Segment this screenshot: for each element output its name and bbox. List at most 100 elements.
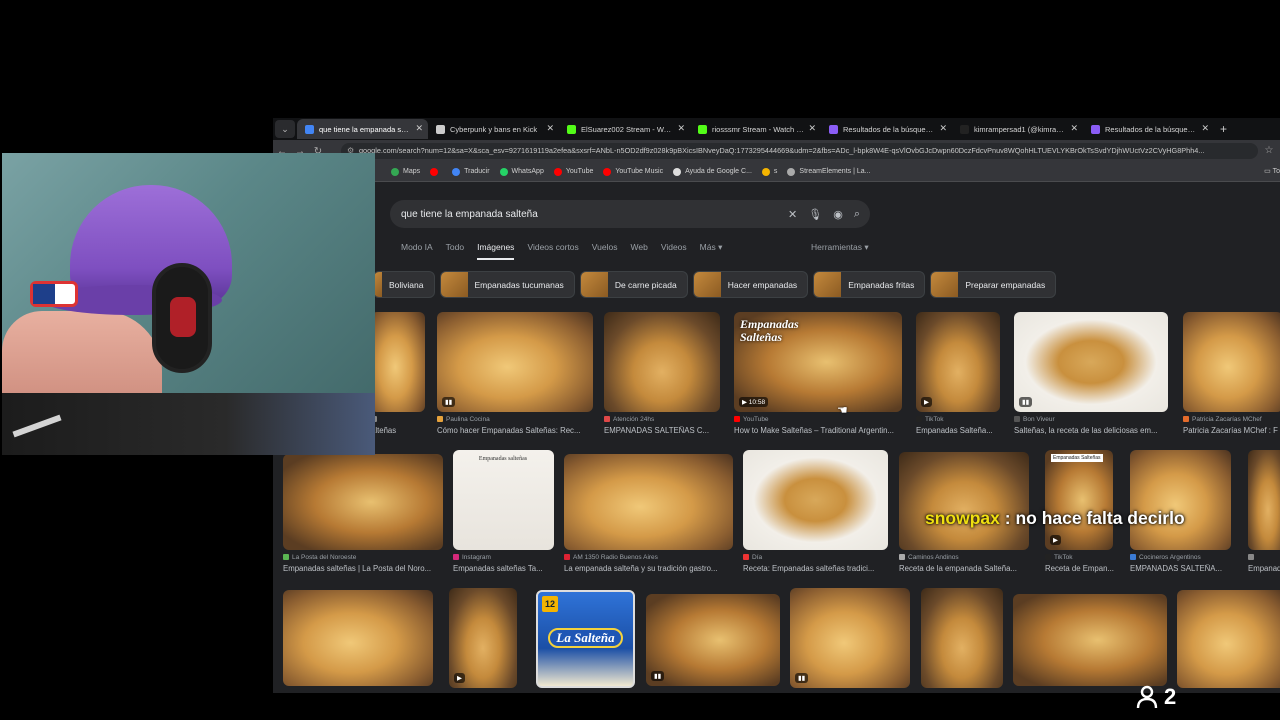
result-thumbnail[interactable]: ▮▮ xyxy=(1014,312,1168,412)
image-result[interactable]: 12 La Salteña xyxy=(536,590,635,693)
result-thumbnail[interactable] xyxy=(1130,450,1231,550)
search-tab[interactable]: Más ▾ xyxy=(700,242,723,260)
result-source[interactable] xyxy=(1248,554,1280,561)
browser-tab[interactable]: riosssmr Stream - Watch Live o✕ xyxy=(690,119,821,139)
result-thumbnail[interactable]: ▶ Empanadas Salteñas xyxy=(1045,450,1113,550)
clear-icon[interactable]: ✕ xyxy=(788,208,797,221)
result-thumbnail[interactable]: ▮▮ xyxy=(790,588,910,688)
result-thumbnail[interactable] xyxy=(283,590,433,686)
search-tab[interactable]: Imágenes xyxy=(477,242,515,260)
result-title[interactable]: How to Make Salteñas – Traditional Argen… xyxy=(734,426,912,435)
bookmark-item[interactable]: YouTube xyxy=(553,167,593,176)
result-thumbnail[interactable]: ▶ xyxy=(916,312,1000,412)
refinement-chip[interactable]: De carne picada xyxy=(579,271,688,298)
search-tab[interactable]: Videos cortos xyxy=(527,242,578,260)
refinement-chip[interactable]: Empanadas fritas xyxy=(813,271,926,298)
result-source[interactable] xyxy=(371,416,425,423)
result-title[interactable]: Empanad xyxy=(1248,564,1280,573)
result-title[interactable]: Receta: Empanadas salteñas tradici... xyxy=(743,564,898,573)
bookmark-item[interactable] xyxy=(430,167,442,176)
image-result[interactable]: ▮▮ Paulina Cocina Cómo hacer Empanadas Sal… xyxy=(437,312,593,444)
image-result[interactable]: Atención 24hs EMPANADAS SALTEÑAS C... xyxy=(604,312,720,444)
result-title[interactable]: La empanada salteña y su tradición gastr… xyxy=(564,564,743,573)
refinement-chip[interactable]: Hacer empanadas xyxy=(692,271,809,298)
microphone-icon[interactable]: 🎙 xyxy=(808,208,822,221)
result-source[interactable]: Caminos Andinos xyxy=(899,554,1029,561)
result-thumbnail[interactable]: ▮▮ xyxy=(646,594,780,686)
image-result[interactable]: La Posta del Noroeste Empanadas salteñas … xyxy=(283,454,443,582)
result-title[interactable]: Empanadas Salteña... xyxy=(916,426,1010,435)
close-icon[interactable]: ✕ xyxy=(1201,123,1209,134)
browser-tab[interactable]: que tiene la empanada salteñ ✕ xyxy=(297,119,428,139)
image-result[interactable]: ▮▮ xyxy=(790,588,910,693)
result-thumbnail[interactable] xyxy=(564,454,733,550)
result-title[interactable]: Empanadas salteñas | La Posta del Noro..… xyxy=(283,564,453,573)
bookmark-item[interactable]: StreamElements | La... xyxy=(787,167,870,176)
result-source[interactable]: Patricia Zacarías MChef xyxy=(1183,416,1280,423)
result-source[interactable]: Atención 24hs xyxy=(604,416,720,423)
bookmark-item[interactable]: WhatsApp xyxy=(499,167,544,176)
result-source[interactable]: Bon Viveur xyxy=(1014,416,1168,423)
result-title[interactable]: alteñas xyxy=(371,426,435,435)
url-field[interactable]: ⚙ google.com/search?num=12&sa=X&sca_esv=… xyxy=(341,143,1258,159)
search-tab[interactable]: Modo IA xyxy=(401,242,433,260)
search-tab[interactable]: Web xyxy=(630,242,647,260)
image-result[interactable]: ▶ 10:58 Empanadas Salteñas YouTube How to M… xyxy=(734,312,902,444)
bookmark-item[interactable]: s xyxy=(761,167,777,176)
result-thumbnail[interactable] xyxy=(1013,594,1167,686)
result-title[interactable]: Receta de la empanada Salteña... xyxy=(899,564,1039,573)
result-title[interactable]: Empanadas salteñas Ta... xyxy=(453,564,564,573)
tab-search-button[interactable]: ⌄ xyxy=(275,120,295,138)
result-source[interactable]: Paulina Cocina xyxy=(437,416,593,423)
browser-tab[interactable]: Resultados de la búsqueda de ✕ xyxy=(1083,119,1214,139)
star-icon[interactable]: ☆ xyxy=(1260,145,1278,156)
refinement-chip[interactable]: Boliviana xyxy=(373,271,435,298)
image-result[interactable]: Empanadas salteñas Instagram Empanadas sal… xyxy=(453,450,554,582)
close-icon[interactable]: ✕ xyxy=(939,123,947,134)
result-thumbnail[interactable] xyxy=(1177,590,1280,688)
result-source[interactable]: Instagram xyxy=(453,554,554,561)
search-icon[interactable]: ⌕ xyxy=(854,208,860,221)
result-thumbnail[interactable]: ▶ xyxy=(449,588,517,688)
image-result[interactable]: ▮▮ Bon Viveur Salteñas, la receta de las d… xyxy=(1014,312,1168,444)
result-thumbnail[interactable]: ▮▮ xyxy=(437,312,593,412)
result-title[interactable]: Patricia Zacarías MChef : F xyxy=(1183,426,1280,435)
search-box[interactable]: que tiene la empanada salteña ✕ 🎙 ◉ ⌕ xyxy=(390,200,870,228)
result-source[interactable]: Día xyxy=(743,554,888,561)
result-title[interactable]: EMPANADAS SALTEÑA... xyxy=(1130,564,1241,573)
search-tab[interactable]: Vuelos xyxy=(592,242,618,260)
result-thumbnail[interactable] xyxy=(743,450,888,550)
bookmark-item[interactable]: Ayuda de Google C... xyxy=(673,167,752,176)
result-thumbnail[interactable] xyxy=(1248,450,1280,550)
image-result[interactable]: Día Receta: Empanadas salteñas tradici... xyxy=(743,450,888,582)
image-result[interactable]: ▮▮ xyxy=(646,594,780,693)
image-result[interactable]: Patricia Zacarías MChef Patricia Zacarías… xyxy=(1183,312,1280,444)
result-thumbnail[interactable] xyxy=(921,588,1003,688)
result-source[interactable]: La Posta del Noroeste xyxy=(283,554,443,561)
result-source[interactable]: Cocineros Argentinos xyxy=(1130,554,1231,561)
browser-tab[interactable]: ElSuarez002 Stream - Watch Li✕ xyxy=(559,119,690,139)
refinement-chip[interactable]: Empanadas tucumanas xyxy=(439,271,575,298)
result-thumbnail[interactable]: 12 La Salteña xyxy=(536,590,635,688)
result-title[interactable]: Cómo hacer Empanadas Salteñas: Rec... xyxy=(437,426,603,435)
lens-icon[interactable]: ◉ xyxy=(833,208,843,221)
bookmark-item[interactable]: YouTube Music xyxy=(603,167,663,176)
result-title[interactable]: Salteñas, la receta de las deliciosas em… xyxy=(1014,426,1178,435)
new-tab-button[interactable]: + xyxy=(1220,122,1227,136)
result-thumbnail[interactable] xyxy=(283,454,443,550)
result-thumbnail[interactable]: Empanadas salteñas xyxy=(453,450,554,550)
result-title[interactable]: Receta de Empan... xyxy=(1045,564,1123,573)
search-tab[interactable]: Todo xyxy=(446,242,464,260)
image-result[interactable]: ▶ TikTok Empanadas Salteña... xyxy=(916,312,1000,444)
image-result[interactable]: AM 1350 Radio Buenos Aires La empanada sa… xyxy=(564,454,733,582)
bookmark-item[interactable]: Traducir xyxy=(452,167,490,176)
search-tab[interactable]: Videos xyxy=(661,242,687,260)
result-source[interactable]: TikTok xyxy=(1045,554,1113,561)
close-icon[interactable]: ✕ xyxy=(808,123,816,134)
tools-button[interactable]: Herramientas ▾ xyxy=(811,242,869,253)
image-result[interactable] xyxy=(921,588,1003,693)
result-source[interactable]: AM 1350 Radio Buenos Aires xyxy=(564,554,733,561)
image-result[interactable] xyxy=(283,590,433,693)
browser-tab[interactable]: Resultados de la búsqueda de ✕ xyxy=(821,119,952,139)
refinement-chip[interactable]: Preparar empanadas xyxy=(930,271,1057,298)
